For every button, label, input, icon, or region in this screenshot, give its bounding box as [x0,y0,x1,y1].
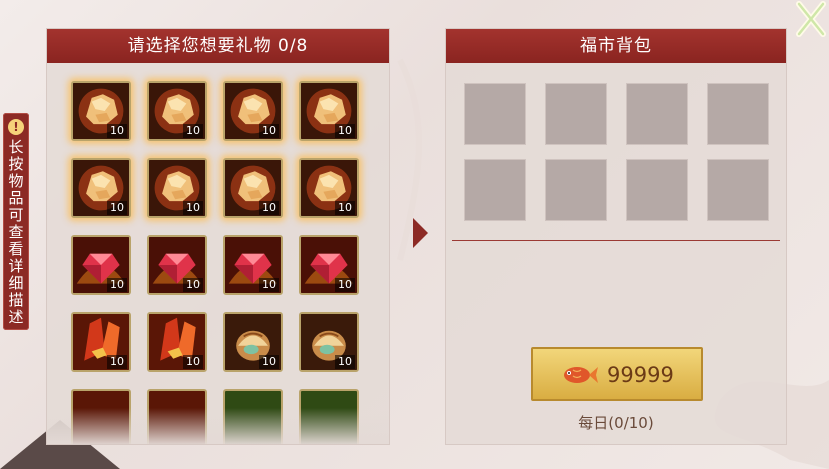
empty-bag-slot[interactable] [626,83,688,145]
empty-bag-slot[interactable] [464,159,526,221]
empty-bag-slot[interactable] [707,83,769,145]
gift-item-slot[interactable]: 10 [71,81,131,141]
item-count: 10 [183,124,203,138]
empty-bag-slot[interactable] [464,83,526,145]
item-count: 10 [335,124,355,138]
daily-limit-label: 每日(0/10) [578,414,654,432]
item-count: 10 [107,278,127,292]
item-count: 10 [335,201,355,215]
item-count: 10 [335,355,355,369]
gift-item-slot[interactable]: 10 [223,235,283,295]
gift-item-slot[interactable]: 10 [71,235,131,295]
empty-bag-slot[interactable] [545,159,607,221]
bag-panel-title: 福市背包 [446,29,786,63]
long-press-hint-tab: ! 长按物品可查看详细描述 [3,113,29,330]
item-count: 10 [259,278,279,292]
gift-item-slot[interactable]: 10 [223,81,283,141]
price-label: 99999 [607,363,674,387]
gift-item-slot[interactable]: 10 [147,312,207,372]
fortune-bag-panel: 福市背包 99999 每日(0/10) [445,28,787,445]
gift-item-slot[interactable]: 10 [299,81,359,141]
scroll-fade [47,408,389,444]
long-press-hint-text: 长按物品可查看详细描述 [8,138,24,326]
koi-fish-icon [564,367,598,383]
item-count: 10 [183,278,203,292]
item-count: 10 [259,355,279,369]
item-count: 10 [335,278,355,292]
empty-bag-slot[interactable] [707,159,769,221]
gift-selection-panel: 请选择您想要礼物 0/8 10 10 10 10 10 10 10 10 10 10 10 10 10 1… [46,28,390,445]
gift-item-slot[interactable]: 10 [71,312,131,372]
gift-item-slot[interactable]: 10 [223,312,283,372]
close-icon[interactable] [793,0,829,38]
item-count: 10 [183,201,203,215]
item-count: 10 [107,124,127,138]
gift-item-slot[interactable]: 10 [299,235,359,295]
gift-item-slot[interactable]: 10 [147,158,207,218]
item-count: 10 [183,355,203,369]
item-count: 10 [107,355,127,369]
item-count: 10 [259,124,279,138]
gift-item-slot[interactable]: 10 [223,158,283,218]
empty-bag-slot[interactable] [626,159,688,221]
gift-panel-title: 请选择您想要礼物 0/8 [47,29,389,63]
gift-item-slot[interactable]: 10 [147,81,207,141]
divider [452,240,780,241]
gift-item-slot[interactable]: 10 [299,312,359,372]
item-count: 10 [107,201,127,215]
gift-item-slot[interactable]: 10 [71,158,131,218]
alert-icon: ! [8,119,24,135]
gift-item-slot[interactable]: 10 [299,158,359,218]
empty-bag-slot[interactable] [545,83,607,145]
arrow-right-icon [413,218,428,248]
gift-item-slot[interactable]: 10 [147,235,207,295]
item-count: 10 [259,201,279,215]
buy-button[interactable]: 99999 [531,347,703,401]
